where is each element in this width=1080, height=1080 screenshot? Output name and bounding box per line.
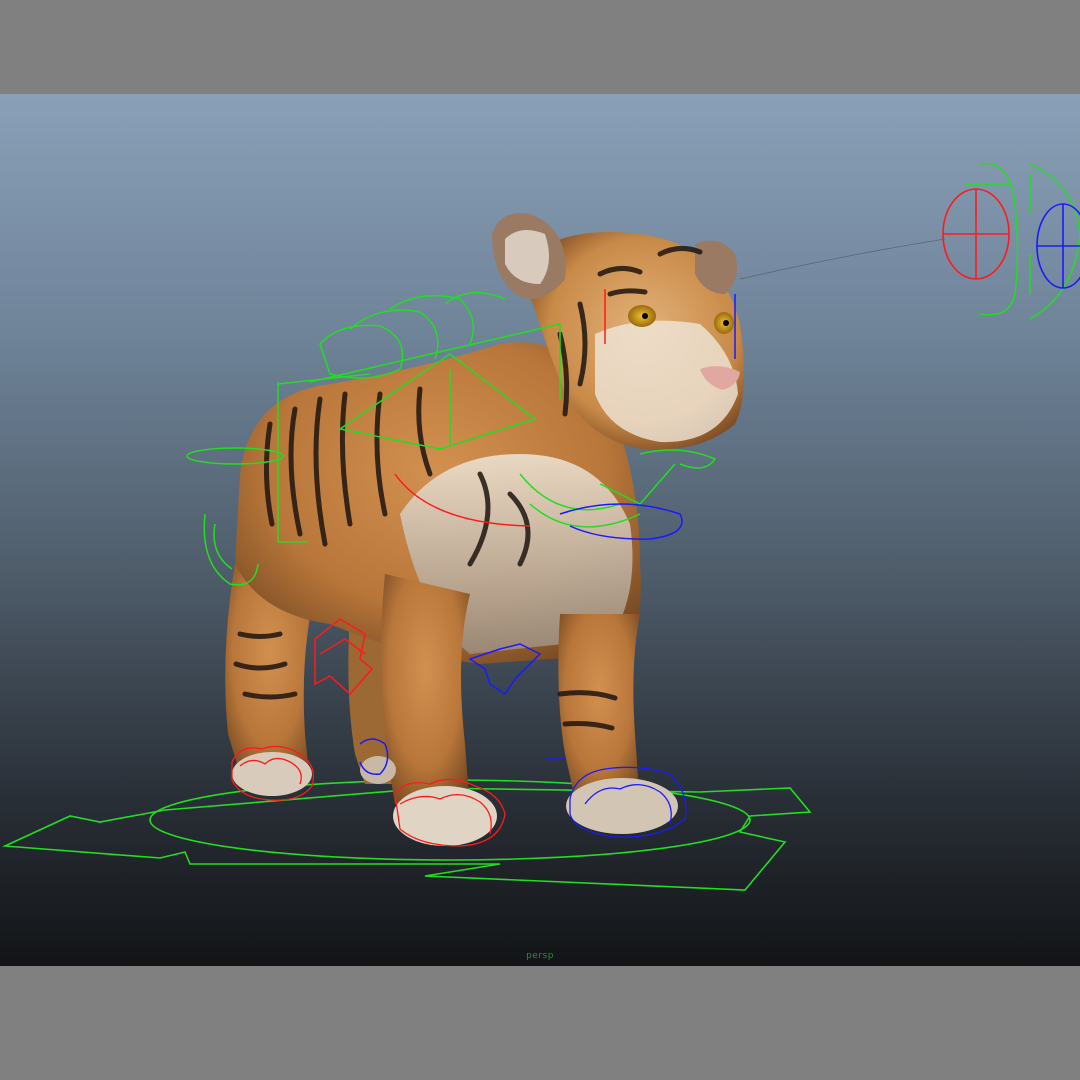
camera-label: persp bbox=[526, 951, 554, 961]
viewport-frame: persp bbox=[0, 0, 1080, 1080]
letterbox-bottom bbox=[0, 966, 1080, 1080]
tiger-model bbox=[225, 213, 744, 846]
maya-perspective-viewport[interactable]: persp bbox=[0, 94, 1080, 966]
scene-canvas bbox=[1, 162, 1080, 891]
letterbox-top bbox=[0, 0, 1080, 94]
eye-aim-control-icon[interactable] bbox=[739, 188, 1080, 289]
